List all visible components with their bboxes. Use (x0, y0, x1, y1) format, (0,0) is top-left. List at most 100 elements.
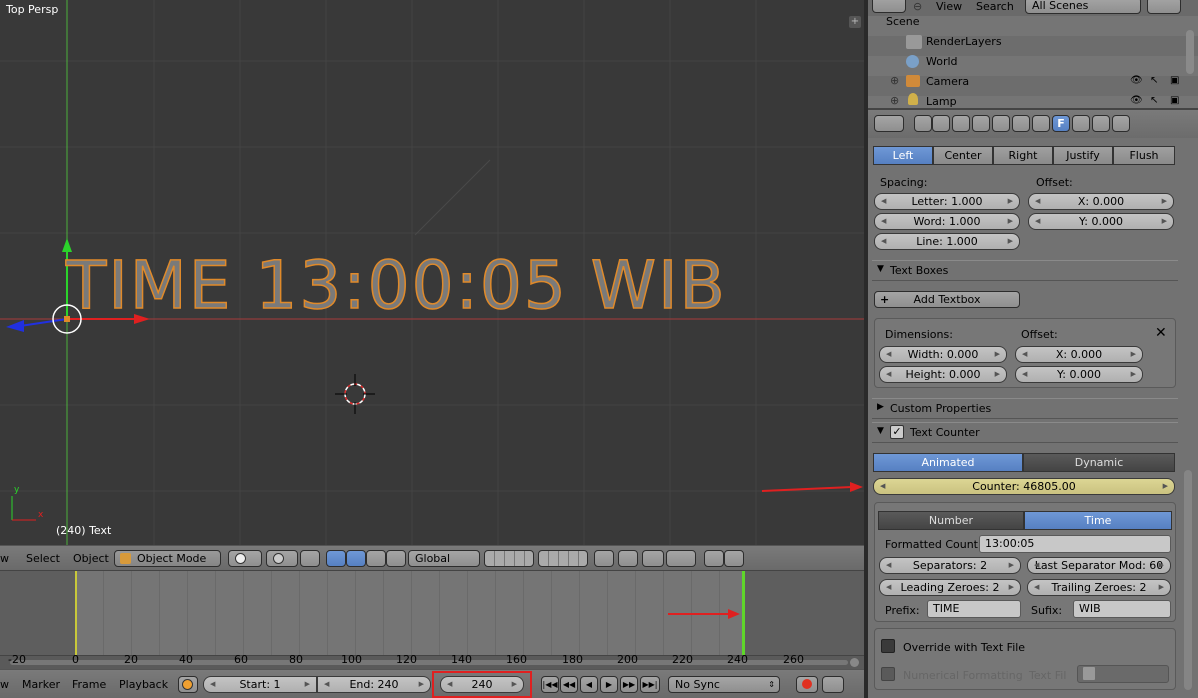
menu-select[interactable]: Select (26, 552, 60, 565)
prefix-field[interactable]: TIME (927, 600, 1021, 618)
menu-search[interactable]: Search (976, 0, 1014, 13)
animated-button[interactable]: Animated (873, 453, 1023, 472)
translate-icon[interactable] (326, 550, 346, 567)
text-counter-checkbox[interactable]: ✓ (890, 425, 904, 439)
material-tab-icon[interactable] (1072, 115, 1090, 132)
separators-field[interactable]: ◀ Separators: 2 ▶ (879, 557, 1021, 574)
override-checkbox[interactable] (881, 639, 895, 653)
jump-end-icon[interactable]: ▶▶| (640, 676, 660, 693)
jump-start-icon[interactable]: |◀◀ (541, 676, 559, 693)
word-spacing-field[interactable]: ◀ Word: 1.000 ▶ (874, 213, 1020, 230)
render-icon[interactable]: ▣ (1170, 95, 1179, 106)
tb-x-field[interactable]: ◀ X: 0.000 ▶ (1015, 346, 1143, 363)
display-mode-select[interactable]: All Scenes (1025, 0, 1141, 14)
collapse-icon[interactable]: ⊖ (913, 0, 922, 13)
time-button[interactable]: Time (1024, 511, 1172, 530)
snap-target-select[interactable] (666, 550, 696, 567)
menu-view[interactable]: w (0, 552, 9, 565)
end-frame-field[interactable]: ◀ End: 240 ▶ (317, 676, 431, 693)
outliner-item-world[interactable]: World (926, 55, 958, 68)
physics-tab-icon[interactable] (1112, 115, 1130, 132)
trailing-zeroes-field[interactable]: ◀ Trailing Zeroes: 2 ▶ (1027, 579, 1171, 596)
text-boxes-header[interactable]: ▼ Text Boxes (872, 260, 1178, 281)
texture-tab-icon[interactable] (1092, 115, 1110, 132)
mode-select[interactable]: Object Mode (114, 550, 221, 567)
modifiers-tab-icon[interactable] (1032, 115, 1050, 132)
proportional-edit-icon[interactable] (618, 550, 638, 567)
plus-icon[interactable]: + (849, 16, 861, 28)
eye-icon[interactable]: 👁 (1130, 95, 1143, 106)
scale-icon[interactable] (386, 550, 406, 567)
keying-icon[interactable] (178, 676, 198, 693)
custom-properties-header[interactable]: ▶ Custom Properties (872, 398, 1178, 419)
timeline[interactable] (0, 571, 864, 655)
layers-tab-icon[interactable] (932, 115, 950, 132)
menu-marker[interactable]: Marker (22, 678, 60, 691)
editor-type-icon[interactable] (874, 115, 904, 132)
play-reverse-icon[interactable]: ◀ (580, 676, 598, 693)
numerical-formatting-checkbox[interactable] (881, 667, 895, 681)
keyframe-next-icon[interactable]: ▶▶ (620, 676, 638, 693)
letter-spacing-field[interactable]: ◀ Letter: 1.000 ▶ (874, 193, 1020, 210)
start-frame-field[interactable]: ◀ Start: 1 ▶ (203, 676, 317, 693)
current-frame-field[interactable]: ◀ 240 ▶ (440, 676, 524, 693)
text-object[interactable]: TIME 13:00:05 WIB (65, 246, 727, 326)
object-tab-icon[interactable] (992, 115, 1010, 132)
text-counter-header[interactable]: ▼ ✓ Text Counter (872, 422, 1178, 443)
layers-row2[interactable] (538, 550, 588, 567)
line-spacing-field[interactable]: ◀ Line: 1.000 ▶ (874, 233, 1020, 250)
lock-layers-icon[interactable] (594, 550, 614, 567)
orientation-select[interactable]: Global (408, 550, 480, 567)
outliner-item-renderlayers[interactable]: RenderLayers (926, 35, 1002, 48)
offset-x-field[interactable]: ◀ X: 0.000 ▶ (1028, 193, 1174, 210)
move-arrow-icon[interactable] (346, 550, 366, 567)
font-data-tab-icon[interactable]: F (1052, 115, 1070, 132)
properties-scrollbar[interactable] (1184, 470, 1192, 690)
outliner-item-camera[interactable]: Camera (926, 75, 969, 88)
constraints-tab-icon[interactable] (1012, 115, 1030, 132)
outliner-item-lamp[interactable]: Lamp (926, 95, 957, 108)
snap-icon[interactable] (642, 550, 664, 567)
render-icon[interactable]: ▣ (1170, 75, 1179, 86)
play-icon[interactable]: ▶ (600, 676, 618, 693)
sync-select[interactable]: No Sync ⇕ (668, 676, 780, 693)
dynamic-button[interactable]: Dynamic (1023, 453, 1175, 472)
record-button[interactable] (796, 676, 818, 693)
render-tab-icon[interactable] (914, 115, 932, 132)
close-icon[interactable]: ✕ (1155, 325, 1167, 341)
align-flush-button[interactable]: Flush (1113, 146, 1175, 165)
align-justify-button[interactable]: Justify (1053, 146, 1113, 165)
3d-viewport[interactable]: Top Persp TIME 13:00:05 WIB y x (240) Te… (0, 0, 864, 545)
world-tab-icon[interactable] (972, 115, 990, 132)
counter-field[interactable]: ◀ Counter: 46805.00 ▶ (873, 478, 1175, 495)
keying-set-icon[interactable] (822, 676, 844, 693)
rotate-icon[interactable] (366, 550, 386, 567)
align-right-button[interactable]: Right (993, 146, 1053, 165)
width-field[interactable]: ◀ Width: 0.000 ▶ (879, 346, 1007, 363)
align-center-button[interactable]: Center (933, 146, 993, 165)
clapboard-icon[interactable] (724, 550, 744, 567)
cursor-icon[interactable]: ↖ (1150, 95, 1158, 106)
render-icon[interactable] (704, 550, 724, 567)
cursor-icon[interactable]: ↖ (1150, 75, 1158, 86)
sufix-field[interactable]: WIB (1073, 600, 1171, 618)
search-icon[interactable] (1147, 0, 1181, 14)
leading-zeroes-field[interactable]: ◀ Leading Zeroes: 2 ▶ (879, 579, 1021, 596)
menu-playback[interactable]: Playback (119, 678, 168, 691)
menu-view[interactable]: View (936, 0, 962, 13)
height-field[interactable]: ◀ Height: 0.000 ▶ (879, 366, 1007, 383)
menu-object[interactable]: Object (73, 552, 109, 565)
formatted-count-field[interactable]: 13:00:05 (979, 535, 1171, 553)
layers-row1[interactable] (484, 550, 534, 567)
manipulator-toggle[interactable] (300, 550, 320, 567)
add-textbox-button[interactable]: + Add Textbox (874, 291, 1020, 308)
editor-type-icon[interactable] (872, 0, 906, 13)
outliner-item-scene[interactable]: Scene (886, 15, 920, 28)
shading-select[interactable] (228, 550, 262, 567)
menu-frame[interactable]: Frame (72, 678, 106, 691)
expand-icon[interactable]: ⊕ (890, 74, 899, 87)
pivot-select[interactable] (266, 550, 298, 567)
last-separator-mod-field[interactable]: ◀ Last Separator Mod: 60 ▶ (1027, 557, 1171, 574)
expand-icon[interactable]: ⊕ (890, 94, 899, 107)
outliner-scrollbar[interactable] (1186, 30, 1194, 74)
